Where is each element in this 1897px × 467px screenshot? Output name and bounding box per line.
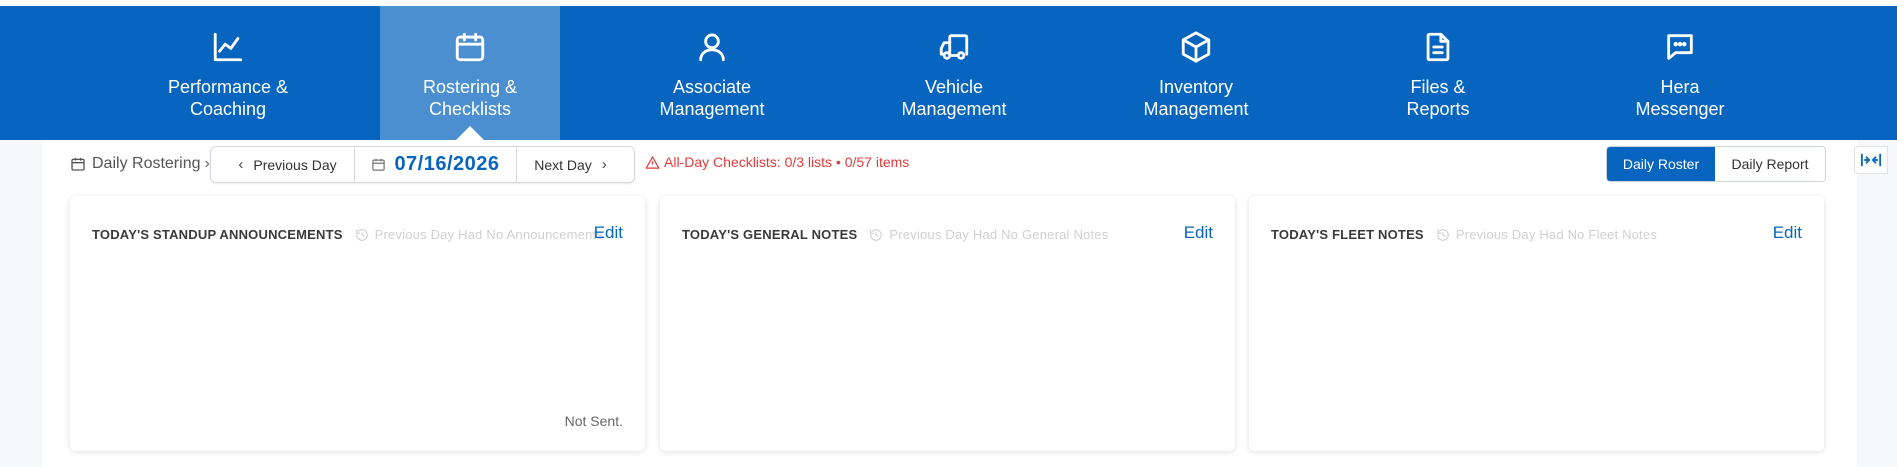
card-title: TODAY'S GENERAL NOTES Previous Day Had N…	[682, 227, 1108, 242]
chevron-right-icon: ›	[204, 155, 210, 172]
breadcrumb[interactable]: Daily Rostering ›	[70, 152, 210, 176]
message-icon	[1663, 30, 1697, 64]
checklist-warning[interactable]: All-Day Checklists: 0/3 lists • 0/57 ite…	[645, 154, 909, 170]
card-hint: Previous Day Had No Fleet Notes	[1436, 227, 1657, 242]
breadcrumb-label: Daily Rostering	[92, 155, 201, 172]
file-icon	[1421, 30, 1455, 64]
standup-announcements-card: TODAY'S STANDUP ANNOUNCEMENTS Previous D…	[70, 196, 645, 451]
daily-report-button[interactable]: Daily Report	[1715, 147, 1825, 181]
card-title-text: TODAY'S GENERAL NOTES	[682, 227, 858, 242]
card-hint-text: Previous Day Had No Fleet Notes	[1455, 227, 1658, 242]
chevron-right-icon: ›	[601, 156, 607, 173]
card-title-text: TODAY'S FLEET NOTES	[1271, 227, 1424, 242]
box-icon	[1179, 30, 1213, 64]
previous-day-label: Previous Day	[253, 156, 337, 173]
nav-rostering-checklists[interactable]: Rostering & Checklists	[380, 6, 560, 140]
collapse-arrows-icon	[1860, 153, 1882, 167]
nav-performance-coaching[interactable]: Performance & Coaching	[138, 6, 318, 140]
card-title: TODAY'S FLEET NOTES Previous Day Had No …	[1271, 227, 1657, 242]
card-hint: Previous Day Had No Announcements	[355, 227, 603, 242]
date-picker[interactable]: 07/16/2026	[355, 147, 517, 182]
nav-files-reports[interactable]: Files & Reports	[1348, 6, 1528, 140]
history-icon	[870, 228, 883, 241]
nav-associate-management[interactable]: Associate Management	[622, 6, 802, 140]
collapse-panel-button[interactable]	[1854, 146, 1888, 174]
chart-line-icon	[211, 30, 245, 64]
date-navigator: ‹ Previous Day 07/16/2026 Next Day ›	[210, 146, 635, 183]
chevron-left-icon: ‹	[238, 156, 244, 173]
calendar-icon	[71, 158, 85, 171]
fleet-notes-card: TODAY'S FLEET NOTES Previous Day Had No …	[1249, 196, 1824, 451]
previous-day-button[interactable]: ‹ Previous Day	[211, 147, 355, 182]
edit-link[interactable]: Edit	[1184, 223, 1213, 243]
nav-label: Inventory Management	[1143, 77, 1249, 119]
user-icon	[695, 30, 729, 64]
calendar-icon	[372, 158, 386, 171]
card-hint-text: Previous Day Had No General Notes	[889, 227, 1109, 242]
active-nav-caret	[456, 126, 484, 140]
nav-label: Hera Messenger	[1635, 77, 1725, 119]
card-hint-text: Previous Day Had No Announcements	[374, 227, 604, 242]
nav-vehicle-management[interactable]: Vehicle Management	[864, 6, 1044, 140]
daily-roster-button[interactable]: Daily Roster	[1607, 147, 1715, 181]
checklist-warning-text: All-Day Checklists: 0/3 lists • 0/57 ite…	[664, 154, 910, 170]
truck-icon	[937, 30, 971, 64]
main-nav-bar: Performance & Coaching Rostering & Check…	[0, 6, 1897, 140]
edit-link[interactable]: Edit	[594, 223, 623, 243]
history-icon	[355, 228, 368, 241]
nav-inventory-management[interactable]: Inventory Management	[1106, 6, 1286, 140]
card-title-text: TODAY'S STANDUP ANNOUNCEMENTS	[92, 227, 343, 242]
card-hint: Previous Day Had No General Notes	[869, 227, 1108, 242]
next-day-label: Next Day	[534, 156, 592, 173]
current-date: 07/16/2026	[394, 153, 500, 175]
history-icon	[1436, 228, 1449, 241]
nav-label: Files & Reports	[1406, 77, 1470, 119]
calendar-icon	[453, 30, 487, 64]
general-notes-card: TODAY'S GENERAL NOTES Previous Day Had N…	[660, 196, 1235, 451]
nav-label: Vehicle Management	[901, 77, 1007, 119]
nav-label: Rostering & Checklists	[422, 77, 518, 119]
warning-icon	[645, 155, 660, 169]
status-text: Not Sent.	[564, 413, 623, 429]
next-day-button[interactable]: Next Day ›	[517, 147, 634, 182]
edit-link[interactable]: Edit	[1773, 223, 1802, 243]
nav-hera-messenger[interactable]: Hera Messenger	[1590, 6, 1770, 140]
view-toggle: Daily Roster Daily Report	[1606, 146, 1826, 182]
nav-label: Performance & Coaching	[167, 77, 289, 119]
card-title: TODAY'S STANDUP ANNOUNCEMENTS Previous D…	[92, 227, 603, 242]
nav-label: Associate Management	[659, 77, 765, 119]
